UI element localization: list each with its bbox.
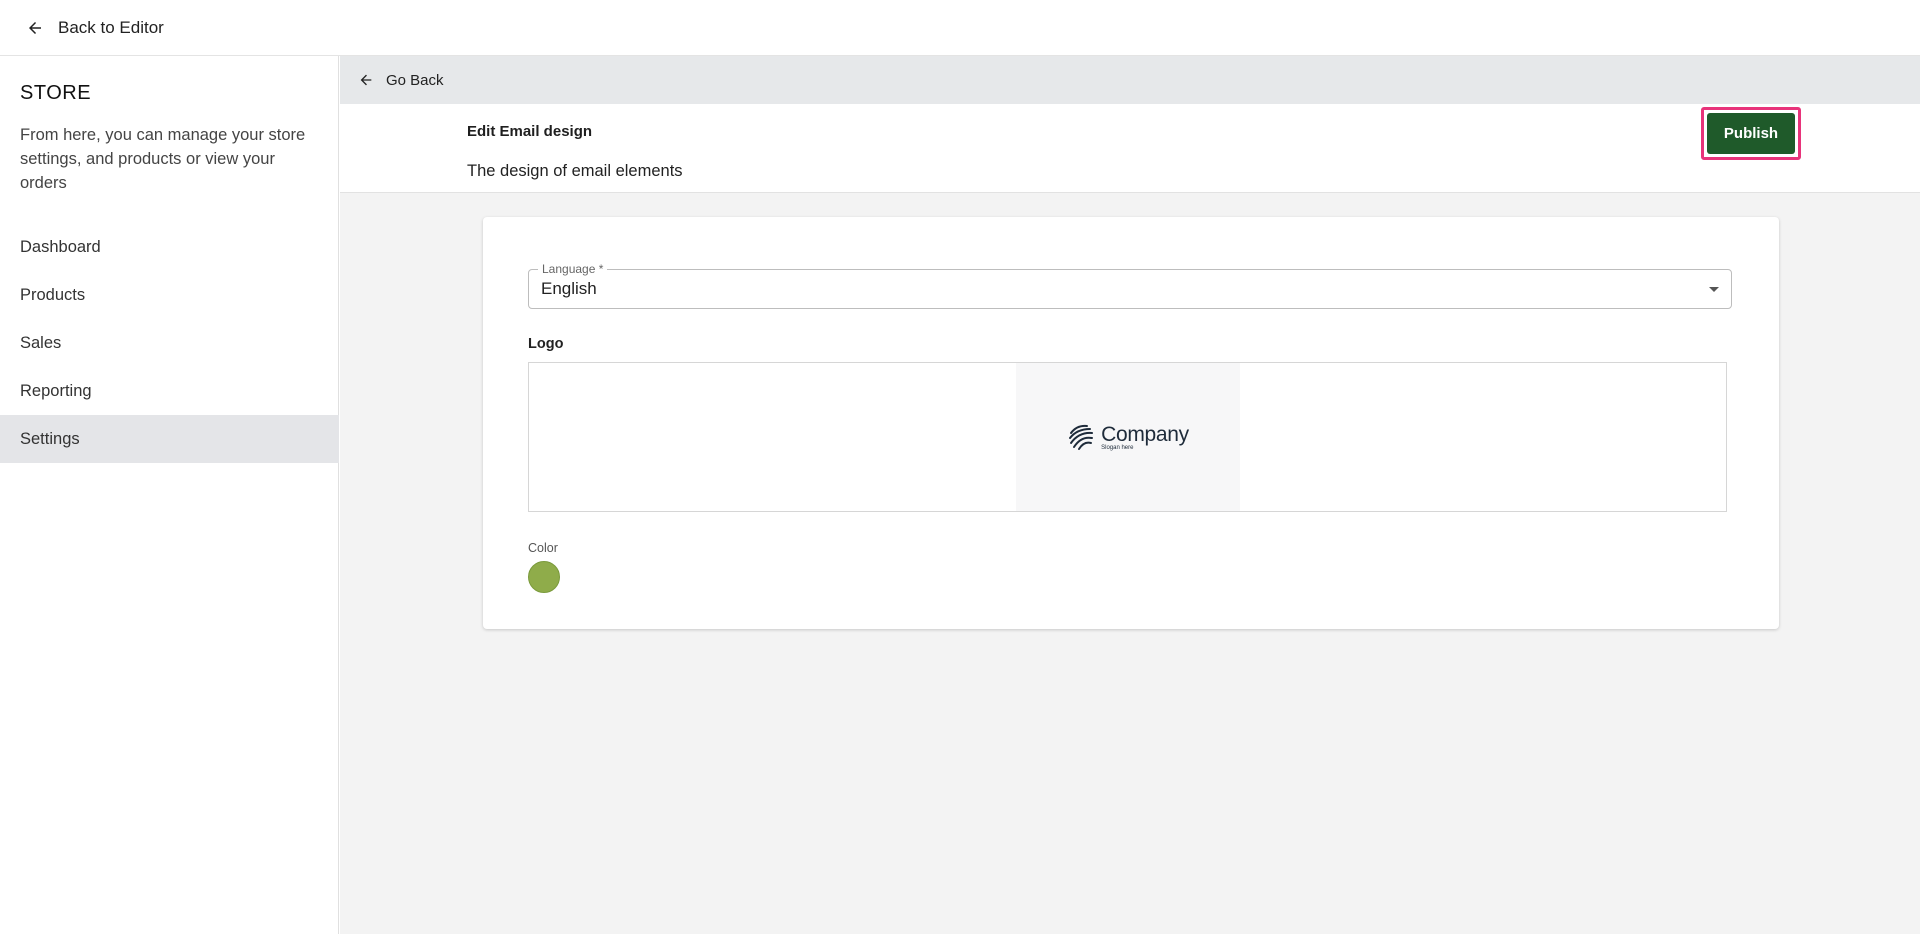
store-description: From here, you can manage your store set… xyxy=(20,126,306,192)
language-select[interactable]: Language * English xyxy=(528,262,1732,309)
arrow-left-icon xyxy=(360,74,372,86)
company-name: Company xyxy=(1101,423,1189,446)
logo-upload-area[interactable]: Company Slogan here xyxy=(528,362,1727,512)
publish-highlight: Publish xyxy=(1701,107,1801,160)
store-title: STORE xyxy=(20,82,92,104)
sidebar: STORE From here, you can manage your sto… xyxy=(0,56,339,934)
go-back-button[interactable]: Go Back xyxy=(358,72,444,89)
language-value: English xyxy=(541,279,597,298)
color-label: Color xyxy=(528,541,558,555)
page-subtitle: The design of email elements xyxy=(467,162,683,180)
sidebar-item-sales[interactable]: Sales xyxy=(0,319,339,367)
color-swatch[interactable] xyxy=(528,561,560,593)
back-to-editor-label: Back to Editor xyxy=(58,17,164,37)
top-bar: Back to Editor xyxy=(0,0,1920,56)
logo-preview: Company Slogan here xyxy=(1016,363,1240,511)
company-slogan: Slogan here xyxy=(1101,445,1134,451)
sidebar-item-products[interactable]: Products xyxy=(0,271,339,319)
go-back-bar: Go Back xyxy=(340,56,1920,104)
page-header: Edit Email design The design of email el… xyxy=(340,104,1920,193)
sidebar-item-dashboard[interactable]: Dashboard xyxy=(0,223,339,271)
chevron-down-icon xyxy=(1709,287,1719,292)
language-label: Language * xyxy=(538,262,608,276)
logo-label: Logo xyxy=(528,336,564,352)
company-logo-text: Company Slogan here xyxy=(1101,423,1189,451)
email-design-card: Language * English Logo Company Slogan h… xyxy=(483,217,1779,629)
main-content: Go Back Edit Email design The design of … xyxy=(340,56,1920,934)
sidebar-item-reporting[interactable]: Reporting xyxy=(0,367,339,415)
arrow-left-icon xyxy=(29,21,41,34)
publish-button[interactable]: Publish xyxy=(1707,113,1795,154)
sidebar-nav: Dashboard Products Sales Reporting Setti… xyxy=(0,223,339,463)
company-logo: Company Slogan here xyxy=(1067,423,1189,451)
page-title: Edit Email design xyxy=(467,123,593,140)
back-to-editor-button[interactable]: Back to Editor xyxy=(26,18,164,38)
go-back-label: Go Back xyxy=(386,71,444,89)
company-logo-icon xyxy=(1069,424,1094,450)
sidebar-item-settings[interactable]: Settings xyxy=(0,415,339,463)
